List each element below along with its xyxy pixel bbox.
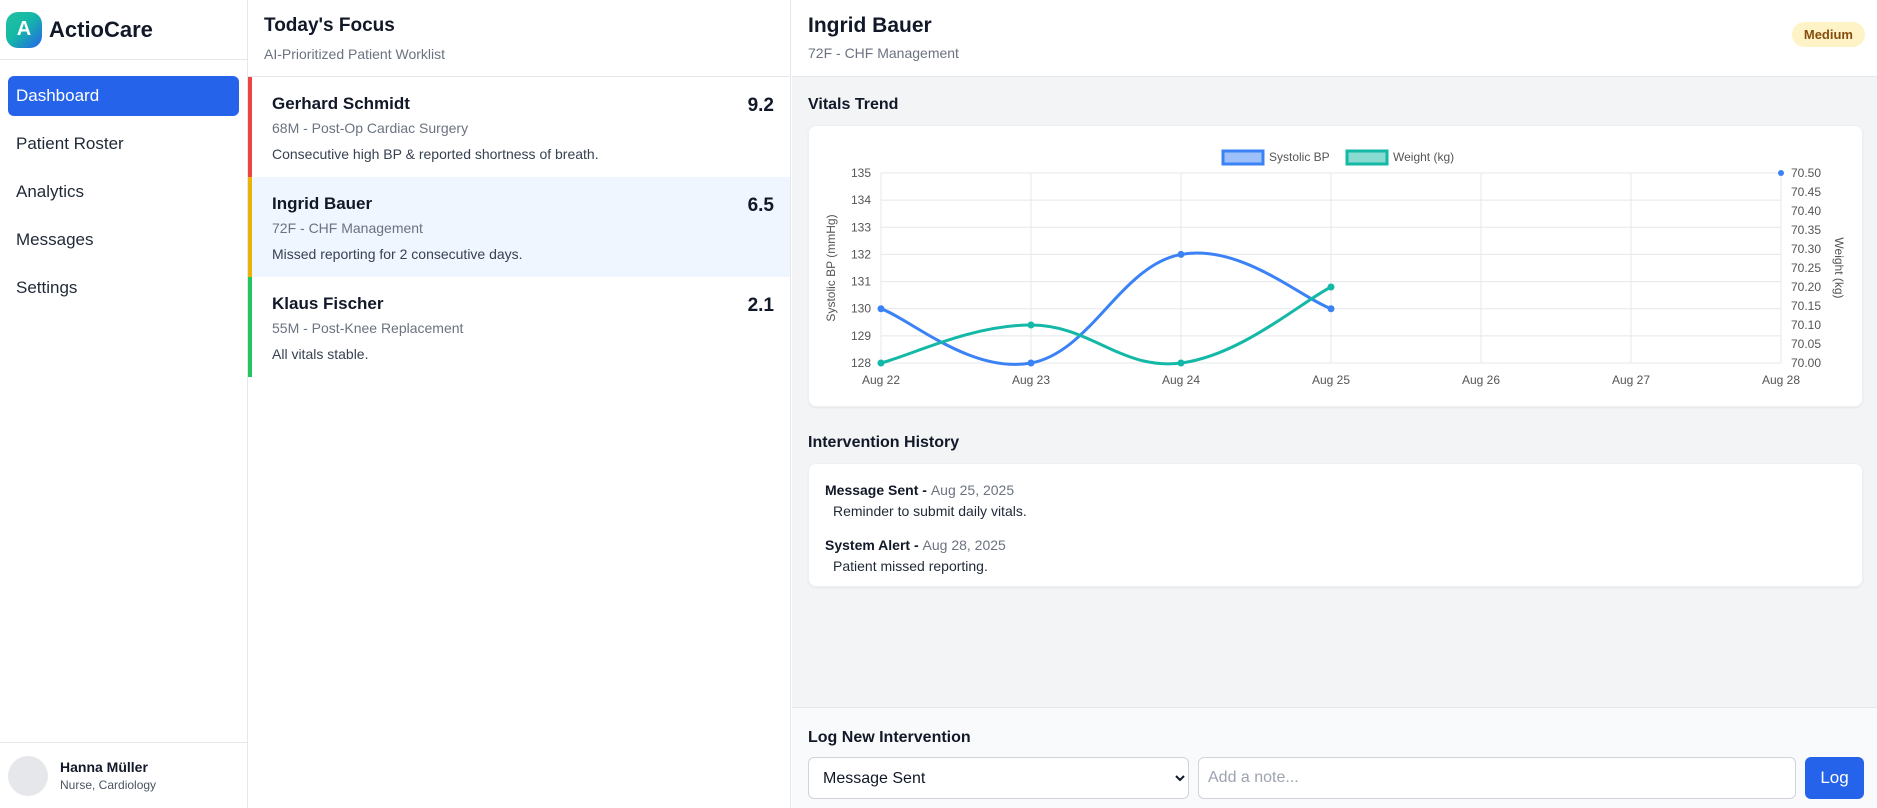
history-type: System Alert bbox=[825, 537, 911, 553]
intervention-history-card: Message Sent - Aug 25, 2025 Reminder to … bbox=[808, 463, 1863, 587]
y2-axis-label: Weight (kg) bbox=[1832, 237, 1846, 298]
data-point bbox=[1027, 321, 1035, 329]
x-tick-label: Aug 26 bbox=[1462, 373, 1500, 387]
patient-name: Ingrid Bauer bbox=[272, 194, 373, 213]
legend-label: Weight (kg) bbox=[1393, 150, 1454, 164]
y2-tick-label: 70.05 bbox=[1791, 337, 1821, 351]
data-point bbox=[1778, 170, 1784, 176]
y2-tick-label: 70.10 bbox=[1791, 318, 1821, 332]
detail-patient-meta: 72F - CHF Management bbox=[808, 45, 959, 61]
vitals-chart: 128 129 130 131 132 133 134 135 70.00 70.05 70.10 7… bbox=[824, 149, 1846, 387]
sidebar-item-settings[interactable]: Settings bbox=[8, 268, 239, 308]
y-tick-label: 129 bbox=[851, 329, 871, 343]
history-type: Message Sent bbox=[825, 482, 919, 498]
worklist-title: Today's Focus bbox=[264, 15, 395, 36]
data-point bbox=[1027, 359, 1035, 367]
brand: A ActioCare bbox=[0, 0, 247, 60]
y-axis-label: Systolic BP (mmHg) bbox=[824, 214, 838, 321]
app-name: ActioCare bbox=[49, 16, 153, 42]
log-title: Log New Intervention bbox=[808, 729, 971, 746]
worklist-header: Today's Focus AI-Prioritized Patient Wor… bbox=[248, 0, 790, 77]
history-item: Message Sent - Aug 25, 2025 Reminder to … bbox=[825, 482, 1846, 519]
legend-label: Systolic BP bbox=[1269, 150, 1330, 164]
patient-name: Gerhard Schmidt bbox=[272, 94, 410, 113]
patient-meta: 68M - Post-Op Cardiac Surgery bbox=[272, 120, 469, 136]
user-name: Hanna Müller bbox=[60, 759, 148, 775]
y2-tick-label: 70.00 bbox=[1791, 356, 1821, 370]
data-point bbox=[1177, 359, 1185, 367]
patient-meta: 55M - Post-Knee Replacement bbox=[272, 320, 464, 336]
y-tick-label: 131 bbox=[851, 275, 871, 289]
y2-tick-label: 70.50 bbox=[1791, 166, 1821, 180]
x-tick-label: Aug 23 bbox=[1012, 373, 1050, 387]
x-tick-label: Aug 22 bbox=[862, 373, 900, 387]
data-point bbox=[877, 359, 885, 367]
patient-card[interactable]: Gerhard Schmidt 68M - Post-Op Cardiac Su… bbox=[248, 77, 790, 177]
y2-tick-label: 70.40 bbox=[1791, 204, 1821, 218]
patient-meta: 72F - CHF Management bbox=[272, 220, 423, 236]
detail-header: Ingrid Bauer 72F - CHF Management Medium bbox=[792, 0, 1877, 77]
y2-tick-label: 70.45 bbox=[1791, 185, 1821, 199]
priority-score: 2.1 bbox=[747, 295, 774, 316]
intervention-type-select[interactable]: Message Sent bbox=[808, 757, 1189, 799]
patient-note: All vitals stable. bbox=[272, 346, 369, 362]
patient-card[interactable]: Klaus Fischer 55M - Post-Knee Replacemen… bbox=[248, 277, 790, 377]
y2-tick-label: 70.25 bbox=[1791, 261, 1821, 275]
data-point bbox=[1327, 283, 1335, 291]
y-tick-label: 132 bbox=[851, 247, 871, 261]
priority-score: 6.5 bbox=[747, 195, 774, 216]
history-item: System Alert - Aug 28, 2025 Patient miss… bbox=[825, 537, 1846, 574]
legend-swatch bbox=[1221, 149, 1265, 166]
y-tick-label: 134 bbox=[851, 193, 871, 207]
sidebar: A ActioCare Dashboard Patient Roster Ana… bbox=[0, 0, 248, 808]
sidebar-item-analytics[interactable]: Analytics bbox=[8, 172, 239, 212]
y2-tick-label: 70.35 bbox=[1791, 223, 1821, 237]
sidebar-item-messages[interactable]: Messages bbox=[8, 220, 239, 260]
x-tick-label: Aug 28 bbox=[1762, 373, 1800, 387]
detail-patient-name: Ingrid Bauer bbox=[808, 14, 932, 37]
patient-note: Consecutive high BP & reported shortness… bbox=[272, 146, 599, 162]
data-point bbox=[1177, 250, 1185, 258]
user-info: Hanna Müller Nurse, Cardiology bbox=[60, 759, 156, 792]
y-tick-label: 135 bbox=[851, 166, 871, 180]
patient-note: Missed reporting for 2 consecutive days. bbox=[272, 246, 523, 262]
priority-badge: Medium bbox=[1791, 22, 1865, 47]
data-point bbox=[1327, 305, 1335, 313]
series-line bbox=[880, 285, 1332, 366]
user-role: Nurse, Cardiology bbox=[60, 778, 157, 792]
history-title: Intervention History bbox=[808, 434, 960, 451]
intervention-note-input[interactable] bbox=[1198, 757, 1796, 799]
patient-card-selected[interactable]: Ingrid Bauer 72F - CHF Management Missed… bbox=[248, 177, 790, 277]
app-logo-icon: A bbox=[6, 11, 42, 48]
log-button[interactable]: Log bbox=[1805, 757, 1864, 799]
priority-score: 9.2 bbox=[747, 95, 774, 116]
sidebar-item-dashboard[interactable]: Dashboard bbox=[8, 76, 239, 116]
data-point bbox=[877, 305, 885, 313]
patient-worklist: Today's Focus AI-Prioritized Patient Wor… bbox=[248, 0, 791, 808]
avatar bbox=[8, 755, 48, 796]
x-tick-label: Aug 25 bbox=[1312, 373, 1350, 387]
user-profile[interactable]: Hanna Müller Nurse, Cardiology bbox=[0, 742, 248, 808]
y-tick-label: 130 bbox=[851, 302, 871, 316]
worklist-subtitle: AI-Prioritized Patient Worklist bbox=[264, 46, 446, 62]
history-date: Aug 28, 2025 bbox=[922, 537, 1006, 553]
vitals-chart-card: 128 129 130 131 132 133 134 135 70.00 70.05 70.10 7… bbox=[808, 125, 1863, 407]
history-note: Patient missed reporting. bbox=[833, 558, 988, 574]
patient-detail: Ingrid Bauer 72F - CHF Management Medium… bbox=[792, 0, 1877, 808]
sidebar-nav: Dashboard Patient Roster Analytics Messa… bbox=[0, 60, 247, 332]
patient-name: Klaus Fischer bbox=[272, 294, 384, 313]
x-tick-label: Aug 27 bbox=[1612, 373, 1650, 387]
y2-tick-label: 70.30 bbox=[1791, 242, 1821, 256]
log-intervention-panel: Log New Intervention Message Sent Log bbox=[792, 707, 1877, 808]
y2-tick-label: 70.20 bbox=[1791, 280, 1821, 294]
sidebar-item-patient-roster[interactable]: Patient Roster bbox=[8, 124, 239, 164]
x-tick-label: Aug 24 bbox=[1162, 373, 1200, 387]
history-note: Reminder to submit daily vitals. bbox=[833, 503, 1027, 519]
y-tick-label: 128 bbox=[851, 356, 871, 370]
y-tick-label: 133 bbox=[851, 220, 871, 234]
legend-swatch bbox=[1345, 149, 1389, 166]
history-date: Aug 25, 2025 bbox=[930, 482, 1015, 498]
vitals-title: Vitals Trend bbox=[808, 96, 899, 113]
y2-tick-label: 70.15 bbox=[1791, 299, 1821, 313]
